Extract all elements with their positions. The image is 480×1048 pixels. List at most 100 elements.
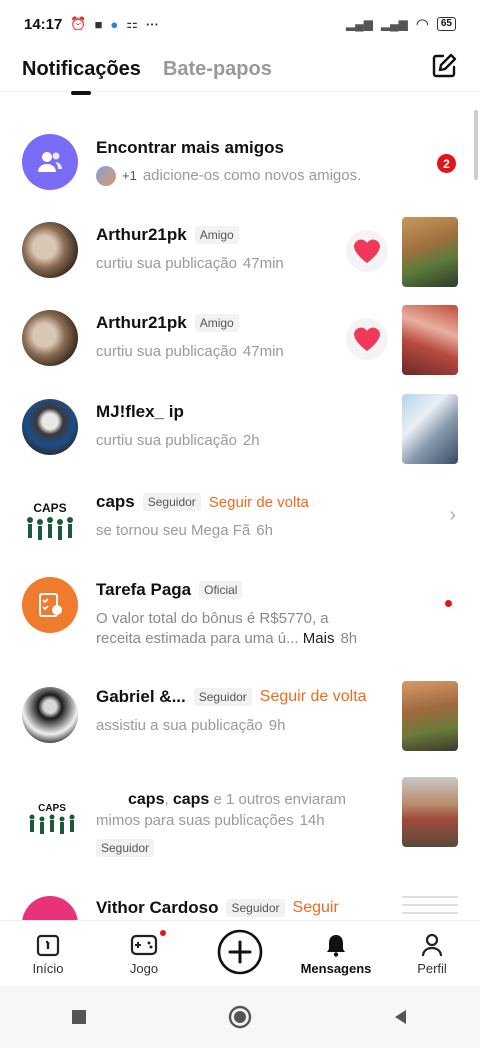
avatar[interactable]: CAPS xyxy=(22,781,78,837)
avatar[interactable] xyxy=(22,310,78,366)
extra-count: +1 xyxy=(122,168,137,183)
wifi-icon: ◠ xyxy=(415,16,429,33)
status-bar: 14:17 ⏰ ■ ● ⚏ ··· ▂▄▆ ▂▄▆ ◠ 65 xyxy=(0,0,480,48)
nav-mensagens[interactable]: Mensagens xyxy=(296,932,376,976)
action-text: se tornou seu Mega Fã xyxy=(96,522,251,539)
action-text: curtiu sua publicação xyxy=(96,432,237,449)
notification-row[interactable]: Gabriel &... Seguidor Seguir de volta as… xyxy=(0,681,480,751)
heart-icon xyxy=(354,239,380,263)
nav-inicio[interactable]: Início xyxy=(8,932,88,976)
post-thumbnail[interactable] xyxy=(402,394,458,464)
relationship-badge: Seguidor xyxy=(142,493,201,511)
tab-bate-papos[interactable]: Bate-papos xyxy=(163,58,272,81)
bell-icon xyxy=(327,934,345,957)
back-icon[interactable] xyxy=(391,1007,411,1027)
svg-text:CAPS: CAPS xyxy=(33,501,66,515)
caps-logo: CAPS xyxy=(29,803,75,834)
user-name[interactable]: caps xyxy=(173,791,209,808)
unread-dot xyxy=(445,600,452,607)
top-tabs: Notificações Bate-papos xyxy=(0,48,480,92)
nav-create[interactable] xyxy=(200,929,280,978)
profile-icon xyxy=(421,933,443,956)
user-name[interactable]: caps xyxy=(96,492,135,512)
follow-back-button[interactable]: Seguir de volta xyxy=(209,494,309,511)
notification-row[interactable]: Tarefa Paga Oficial O valor total do bôn… xyxy=(0,574,480,664)
like-indicator xyxy=(346,318,388,360)
users-icon xyxy=(38,152,62,172)
tab-notificacoes[interactable]: Notificações xyxy=(22,58,141,81)
relationship-badge: Seguidor xyxy=(96,839,155,857)
like-indicator xyxy=(346,230,388,272)
timestamp: 47min xyxy=(242,255,284,272)
user-name[interactable]: caps xyxy=(128,791,164,808)
notification-row[interactable]: Arthur21pk Amigo curtiu sua publicação 47… xyxy=(0,305,480,375)
notification-row[interactable]: CAPS caps Seguidor Seguir de volta se to… xyxy=(0,484,480,554)
unread-count-badge: 2 xyxy=(437,154,456,173)
post-thumbnail[interactable] xyxy=(402,777,458,847)
home-icon xyxy=(36,934,60,956)
chevron-right-icon[interactable]: › xyxy=(449,504,456,527)
message-line-2: receita estimada para uma ú... xyxy=(96,630,299,647)
relationship-badge: Amigo xyxy=(194,314,239,332)
avatar[interactable] xyxy=(22,399,78,455)
post-thumbnail[interactable] xyxy=(402,681,458,751)
action-text: curtiu sua publicação xyxy=(96,343,237,360)
avatar[interactable] xyxy=(22,896,78,920)
task-icon xyxy=(39,593,62,617)
relationship-badge: Seguidor xyxy=(226,899,285,917)
notification-row[interactable]: Arthur21pk Amigo curtiu sua publicação 47… xyxy=(0,217,480,287)
user-name[interactable]: Arthur21pk xyxy=(96,225,187,245)
message-line-1: e 1 outros enviaram xyxy=(213,791,347,808)
more-link[interactable]: Mais xyxy=(303,630,335,647)
find-friends-row[interactable]: Encontrar mais amigos +1 adicione-os com… xyxy=(0,132,480,192)
follow-button[interactable]: Seguir xyxy=(293,899,339,917)
signal-icon: ▂▄▆ xyxy=(345,17,373,31)
nav-label: Jogo xyxy=(129,960,159,976)
user-name[interactable]: Gabriel &... xyxy=(96,687,186,707)
notification-row[interactable]: MJ!flex_ ip curtiu sua publicação 2h xyxy=(0,394,480,464)
nav-label: Início xyxy=(32,960,64,976)
app-icon: ● xyxy=(110,16,119,32)
avatar[interactable]: CAPS xyxy=(22,490,78,546)
system-nav-bar xyxy=(0,986,480,1048)
home-button-icon[interactable] xyxy=(227,1004,253,1030)
plus-circle-icon xyxy=(217,929,263,975)
caps-logo: CAPS xyxy=(27,501,73,540)
recents-icon[interactable] xyxy=(69,1007,89,1027)
battery-icon: 65 xyxy=(436,17,456,31)
nav-dot xyxy=(160,929,166,936)
signal-icon-2: ▂▄▆ xyxy=(380,17,408,31)
nav-perfil[interactable]: Perfil xyxy=(392,932,472,976)
nav-jogo[interactable]: Jogo xyxy=(104,929,184,976)
post-thumbnail[interactable] xyxy=(402,305,458,375)
user-name[interactable]: Vithor Cardoso xyxy=(96,898,218,918)
post-thumbnail[interactable] xyxy=(402,217,458,287)
user-name[interactable]: MJ!flex_ ip xyxy=(96,402,184,422)
timestamp: 14h xyxy=(299,812,325,829)
find-friends-title: Encontrar mais amigos xyxy=(96,138,285,157)
heart-icon xyxy=(354,327,380,351)
timestamp: 8h xyxy=(340,630,358,647)
timestamp: 47min xyxy=(242,343,284,360)
post-thumbnail[interactable] xyxy=(402,890,458,920)
avatar[interactable] xyxy=(22,687,78,743)
avatar[interactable] xyxy=(22,222,78,278)
alarm-icon: ⏰ xyxy=(70,16,87,31)
mini-avatar xyxy=(96,166,116,186)
timestamp: 6h xyxy=(256,522,273,539)
avatar[interactable] xyxy=(22,577,78,633)
notification-row[interactable]: CAPS caps, caps e 1 outros enviaram mimo… xyxy=(0,775,480,865)
name-separator: , xyxy=(164,791,169,808)
notification-row[interactable]: Vithor Cardoso Seguidor Seguir xyxy=(0,890,480,920)
find-friends-avatar xyxy=(22,134,78,190)
video-icon: ■ xyxy=(94,16,103,32)
message-line-2: mimos para suas publicações xyxy=(96,812,294,829)
message-line-1: O valor total do bônus é R$5770, a xyxy=(96,610,329,627)
nav-label: Mensagens xyxy=(300,960,372,976)
svg-text:CAPS: CAPS xyxy=(38,803,66,814)
compose-icon[interactable] xyxy=(430,52,458,80)
timestamp: 2h xyxy=(242,432,260,449)
follow-back-button[interactable]: Seguir de volta xyxy=(260,688,367,706)
user-name[interactable]: Tarefa Paga xyxy=(96,580,191,600)
user-name[interactable]: Arthur21pk xyxy=(96,313,187,333)
